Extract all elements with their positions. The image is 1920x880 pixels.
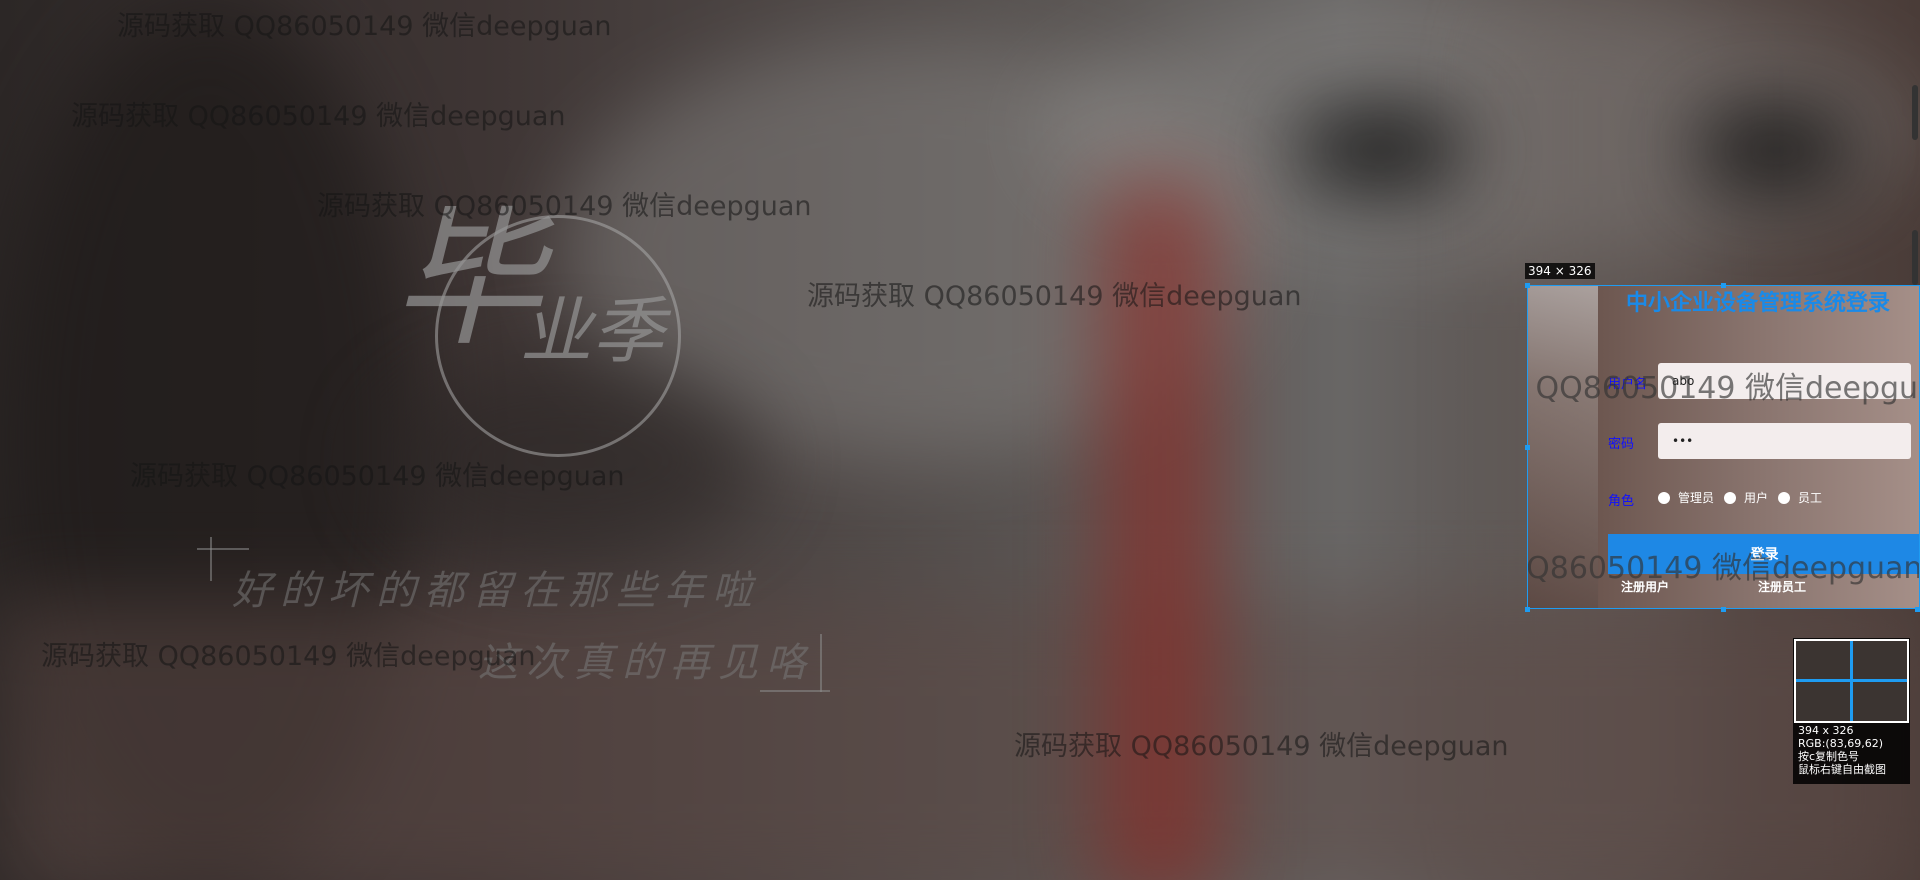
magnifier-rgb: RGB:(83,69,62) <box>1798 737 1883 750</box>
deco-line <box>820 634 822 692</box>
password-input[interactable] <box>1658 423 1911 459</box>
watermark: 源码获取 QQ86050149 微信deepguan <box>117 11 612 42</box>
watermark: 源码获取 QQ86050149 微信deepguan <box>130 461 625 492</box>
watermark: 源码获取 QQ86050149 微信deepguan <box>317 191 812 222</box>
login-title: 中小企业设备管理系统登录 <box>1625 291 1890 316</box>
password-label: 密码 <box>1608 437 1635 452</box>
role-radio-group: 管理员 用户 员工 <box>1658 489 1832 506</box>
role-label: 角色 <box>1608 494 1635 509</box>
selection-handle[interactable] <box>1525 283 1530 288</box>
screenshot-magnifier: 394 x 326 RGB:(83,69,62) 按c复制色号 鼠标右键自由截图 <box>1793 638 1910 784</box>
deco-line <box>210 537 212 581</box>
role-radio-user-label[interactable]: 用户 <box>1744 489 1768 506</box>
bg-ceiling-light-1 <box>1300 110 1460 190</box>
selection-handle[interactable] <box>1721 283 1726 288</box>
selection-handle[interactable] <box>1525 445 1530 450</box>
selection-handle[interactable] <box>1525 607 1530 612</box>
crosshair-vertical <box>1850 641 1853 721</box>
poem-line-1: 好的坏的都留在那些年啦 <box>232 568 760 614</box>
watermark: 源码获取 QQ86050149 微信deepguan <box>807 281 1302 312</box>
scrollbar-thumb[interactable] <box>1912 230 1918 285</box>
watermark: 源码获取 QQ86050149 微信deepguan <box>1014 731 1509 762</box>
magnifier-info: 394 x 326 RGB:(83,69,62) 按c复制色号 鼠标右键自由截图 <box>1798 724 1886 776</box>
login-panel: 中小企业设备管理系统登录 用户名 密码 角色 管理员 用户 员工 登录 注册用户… <box>1527 285 1920 609</box>
magnifier-size: 394 x 326 <box>1798 724 1854 737</box>
role-radio-user[interactable] <box>1724 491 1737 504</box>
page-background: 毕 业季 好的坏的都留在那些年啦 这次真的再见咯 源码获取 QQ86050149… <box>0 0 1920 880</box>
magnifier-hint-capture: 鼠标右键自由截图 <box>1798 763 1886 776</box>
magnifier-view <box>1794 639 1909 723</box>
watermark: 源码获取 QQ86050149 微信deepguan <box>41 641 536 672</box>
selection-handle[interactable] <box>1721 607 1726 612</box>
role-radio-admin[interactable] <box>1658 491 1670 504</box>
role-radio-admin-label[interactable]: 管理员 <box>1678 489 1714 506</box>
watermark: 源码获取 QQ86050149 微信deepguan <box>1528 371 1919 406</box>
role-radio-staff[interactable] <box>1778 491 1791 504</box>
magnifier-hint-copy: 按c复制色号 <box>1798 750 1860 763</box>
bg-ceiling-light-2 <box>1700 110 1850 190</box>
selection-handle[interactable] <box>1915 607 1920 612</box>
deco-line <box>197 548 249 550</box>
scrollbar-thumb[interactable] <box>1912 85 1918 140</box>
watermark: 源码获取 QQ86050149 微信deepguan <box>1527 551 1920 586</box>
role-radio-staff-label[interactable]: 员工 <box>1798 489 1822 506</box>
watermark: 源码获取 QQ86050149 微信deepguan <box>71 101 566 132</box>
logo-sub-chars: 业季 <box>520 289 665 373</box>
deco-line <box>760 690 830 692</box>
selection-size-tag: 394 × 326 <box>1525 263 1595 279</box>
